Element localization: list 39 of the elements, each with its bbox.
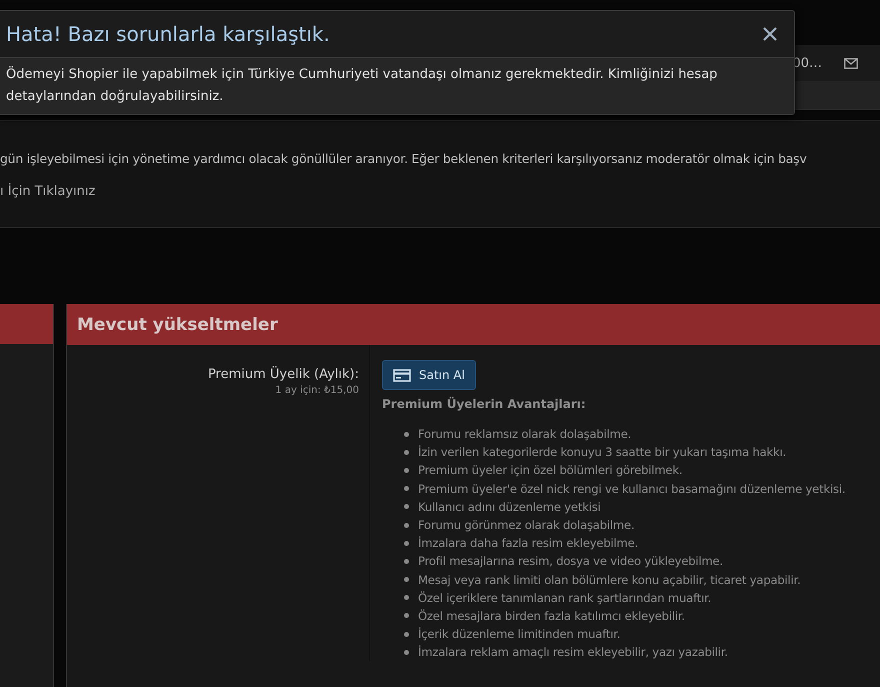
bullet-icon [404, 613, 409, 618]
benefit-text: İzin verilen kategorilerde konuyu 3 saatte bir yukarı taşıma hakkı. [418, 445, 786, 460]
bullet-icon [404, 650, 409, 655]
close-icon[interactable] [763, 27, 777, 41]
bullet-icon [404, 558, 409, 564]
notice-text: gün işleyebilmesi için yönetime yardımcı olacak gönüllüler aranıyor. Eğer beklenen kriterleri karşılıyorsanız moderatör olmak için başv [0, 151, 808, 166]
dialog-title: Hata! Bazı sorunlarla karşılaştık. [6, 22, 330, 46]
benefit-text: Forumu reklamsız olarak dolaşabilme. [418, 427, 632, 442]
bullet-icon [404, 486, 409, 492]
bullet-icon [404, 540, 409, 546]
side-panel-header [0, 304, 53, 344]
bullet-icon [404, 504, 409, 510]
benefit-text: Özel mesajlara birden fazla katılımcı ekleyebilir. [418, 608, 685, 623]
bullet-icon [404, 432, 409, 437]
dialog-message: Ödemeyi Shopier ile yapabilmek için Türkiye Cumhuriyeti vatandaşı olmanız gerekmektedir. Kimliğinizi hesap detaylarından doğrulayabilirsiniz. [6, 65, 718, 106]
benefit-text: İmzalara reklam amaçlı resim ekleyebilir, yazı yazabilir. [418, 645, 728, 660]
benefit-text: Premium üyeler'e özel nick rengi ve kullanıcı basamağını düzenleme yetkisi. [418, 482, 846, 496]
mail-icon[interactable] [844, 58, 858, 68]
benefit-text: Profil mesajlarına resim, dosya ve video yükleyebilme. [418, 554, 723, 568]
credit-card-icon [393, 368, 411, 382]
bullet-icon [404, 595, 409, 600]
benefit-text: İçerik düzenleme limitinden muaftır. [418, 627, 620, 642]
upgrade-label: Premium Üyelik (Aylık): [206, 367, 359, 382]
bullet-icon [404, 468, 409, 473]
bullet-icon [404, 632, 409, 637]
benefit-text: Forumu görünmez olarak dolaşabilme. [418, 518, 634, 532]
benefit-text: İmzalara daha fazla resim ekleyebilme. [418, 536, 638, 550]
benefit-text: Özel içeriklere tanımlanan rank şartlarından muaftır. [418, 590, 712, 605]
bullet-icon [404, 450, 409, 455]
panel-title: Mevcut yükseltmeler [77, 314, 278, 334]
benefits-title: Premium Üyelerin Avantajları: [382, 397, 587, 411]
notice-link[interactable]: ı İçin Tıklayınız [0, 184, 96, 199]
benefit-text: Kullanıcı adını düzenleme yetkisi [418, 500, 601, 514]
buy-button[interactable]: Satın Al [382, 360, 476, 390]
bullet-icon [404, 577, 409, 582]
benefit-text: Premium üyeler için özel bölümleri görebilmek. [418, 463, 682, 478]
upgrade-price: 1 ay için: ₺15,00 [274, 385, 359, 396]
bullet-icon [404, 522, 409, 528]
benefit-text: Mesaj veya rank limiti olan bölümlere konu açabilir, ticaret yapabilir. [418, 572, 801, 587]
